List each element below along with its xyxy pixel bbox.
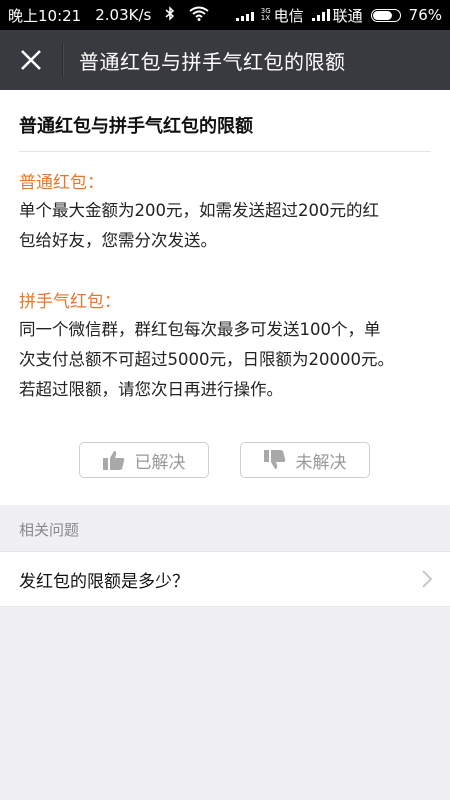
chevron-right-icon — [422, 570, 432, 588]
title-divider — [62, 43, 63, 77]
battery-fill — [372, 10, 392, 20]
signal-bars-icon — [235, 12, 254, 21]
status-time: 晚上10:21 — [8, 6, 82, 25]
signal-sim1: 3G 1X 电信 — [235, 5, 304, 26]
unresolved-button[interactable]: 未解决 — [240, 442, 370, 478]
carrier-2: 联通 — [332, 6, 363, 25]
signal-sim2: 联通 — [311, 5, 363, 26]
related-label: 相关问题 — [19, 521, 80, 539]
body-line: 包给好友，您需分次发送。 — [19, 231, 217, 250]
body-line: 若超过限额，请您次日再进行操作。 — [19, 380, 283, 399]
carrier-1: 电信 — [273, 6, 304, 25]
related-header: 相关问题 — [0, 505, 450, 551]
body-line: 同一个微信群，群红包每次最多可发送100个，单 — [19, 320, 381, 339]
section-body-lucky: 同一个微信群，群红包每次最多可发送100个，单 次支付总额不可超过5000元，日… — [19, 315, 431, 405]
related-item-label: 发红包的限额是多少？ — [19, 571, 189, 592]
thumbs-down-icon — [263, 450, 285, 469]
section-body-normal: 单个最大金额为200元，如需发送超过200元的红 包给好友，您需分次发送。 — [19, 196, 431, 256]
section-heading-normal: 普通红包： — [19, 173, 104, 193]
close-button[interactable] — [0, 30, 62, 90]
close-icon — [21, 50, 41, 70]
resolved-label: 已解决 — [134, 452, 186, 473]
battery-percent: 76% — [408, 6, 442, 24]
article-title: 普通红包与拼手气红包的限额 — [19, 116, 253, 137]
status-net-speed: 2.03K/s — [95, 6, 152, 24]
status-bar: 晚上10:21 2.03K/s 3G 1X 电信 联通 76% — [0, 0, 450, 30]
divider — [19, 151, 431, 152]
wifi-icon — [189, 6, 209, 25]
article-card: 普通红包与拼手气红包的限额 普通红包： 单个最大金额为200元，如需发送超过20… — [0, 90, 450, 505]
resolved-button[interactable]: 已解决 — [79, 442, 209, 478]
page-title: 普通红包与拼手气红包的限额 — [79, 49, 346, 74]
related-item[interactable]: 发红包的限额是多少？ — [0, 551, 450, 607]
unresolved-label: 未解决 — [295, 452, 347, 473]
bluetooth-icon — [165, 5, 175, 25]
thumbs-up-icon — [102, 451, 124, 470]
section-heading-lucky: 拼手气红包： — [19, 292, 121, 312]
battery-icon — [370, 8, 401, 22]
body-line: 单个最大金额为200元，如需发送超过200元的红 — [19, 201, 379, 220]
signal-bars-icon — [311, 9, 330, 21]
body-line: 次支付总额不可超过5000元，日限额为20000元。 — [19, 350, 394, 369]
net-type-bottom: 1X — [260, 14, 270, 22]
title-bar: 普通红包与拼手气红包的限额 — [0, 30, 450, 90]
